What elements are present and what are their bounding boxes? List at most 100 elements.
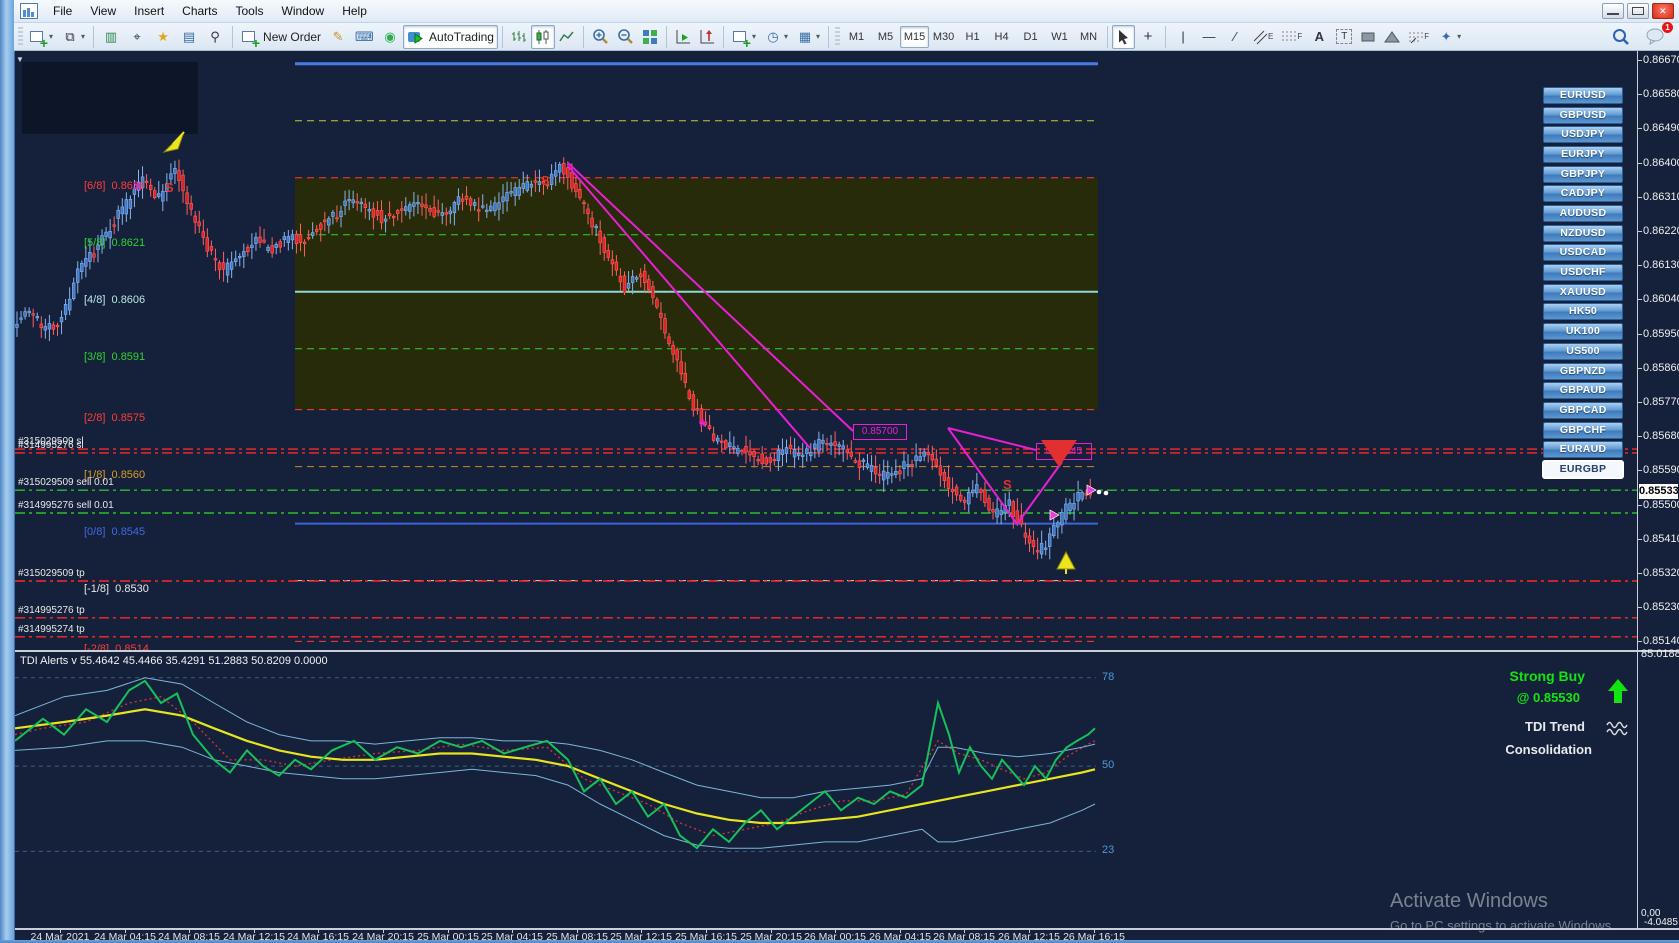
symbol-button-gbpcad[interactable]: GBPCAD [1543, 402, 1623, 419]
indicators-button[interactable]: + ▾ [728, 25, 760, 50]
timeframe-d1-button[interactable]: D1 [1016, 26, 1045, 48]
symbol-button-usdcad[interactable]: USDCAD [1543, 244, 1623, 261]
yellow-arrow-down-icon [162, 131, 185, 153]
arrows-tool[interactable]: ✦ ▾ [1433, 25, 1465, 49]
zoom-out-button[interactable] [613, 25, 638, 49]
search-button[interactable] [1608, 25, 1634, 49]
periods-button[interactable]: ◷ ▾ [760, 25, 792, 49]
channel-tool[interactable]: E [1248, 25, 1277, 49]
sell-signal-triangle-icon [1041, 440, 1077, 467]
close-button[interactable]: ✕ [1652, 3, 1674, 19]
timeframe-h1-button[interactable]: H1 [958, 26, 987, 48]
symbol-button-gbpchf[interactable]: GBPCHF [1543, 422, 1623, 439]
candlestick-chart-button[interactable] [530, 24, 555, 49]
bar-chart-button[interactable] [507, 25, 531, 49]
autotrading-button[interactable]: AutoTrading [403, 24, 498, 49]
vertical-line-tool[interactable]: | [1170, 25, 1196, 49]
watermark-line1: Activate Windows [1390, 890, 1548, 912]
symbol-button-gbpaud[interactable]: GBPAUD [1543, 382, 1623, 399]
symbol-button-audusd[interactable]: AUDUSD [1543, 205, 1623, 222]
line-chart-icon [559, 31, 574, 41]
symbol-button-gbpjpy[interactable]: GBPJPY [1543, 166, 1623, 183]
menu-charts[interactable]: Charts [173, 2, 226, 20]
templates-button[interactable]: ▦ ▾ [792, 25, 824, 49]
metaeditor-button[interactable]: ✎ [325, 25, 351, 49]
trendline-tool[interactable]: ∕ [1222, 25, 1248, 49]
symbol-button-usdjpy[interactable]: USDJPY [1543, 126, 1623, 143]
symbol-button-xauusd[interactable]: XAUUSD [1543, 284, 1623, 301]
toolbar-drag-handle[interactable] [835, 26, 841, 47]
menu-tools[interactable]: Tools [227, 2, 273, 20]
cursor-tool-button[interactable] [1112, 24, 1136, 49]
symbol-button-us500[interactable]: US500 [1543, 343, 1623, 360]
zoom-in-button[interactable] [588, 25, 613, 49]
triangle-tool[interactable] [1380, 25, 1404, 49]
symbol-button-uk100[interactable]: UK100 [1543, 323, 1623, 340]
symbol-button-usdchf[interactable]: USDCHF [1543, 264, 1623, 281]
text-tool[interactable]: A [1306, 25, 1332, 49]
new-chart-button[interactable]: + ▾ [25, 25, 57, 50]
navigator-button[interactable]: ★ [150, 25, 176, 49]
one-click-trading-arrow[interactable]: ▼ [16, 55, 24, 64]
fibo-expansion-tool[interactable]: F [1404, 25, 1433, 49]
menu-file[interactable]: File [44, 2, 81, 20]
tile-windows-button[interactable] [638, 25, 662, 49]
trade-line-label: #314995274 tp [18, 623, 85, 635]
symbol-button-eurgbp[interactable]: EURGBP [1543, 461, 1623, 478]
murrey-trading-band [295, 177, 1098, 410]
chat-button[interactable]: 1 [1642, 21, 1673, 49]
timeframe-m1-button[interactable]: M1 [842, 26, 871, 48]
restore-button[interactable] [1627, 3, 1649, 19]
menu-help[interactable]: Help [333, 2, 376, 20]
symbol-button-gbpusd[interactable]: GBPUSD [1543, 107, 1623, 124]
minimize-button[interactable] [1602, 3, 1624, 19]
symbol-button-gbpnzd[interactable]: GBPNZD [1543, 363, 1623, 380]
market-watch-button[interactable]: ▥ [98, 25, 124, 49]
tdi-upper-band [15, 677, 1096, 799]
pennant-price-label[interactable]: 0.85700 [853, 424, 907, 440]
strategy-tester-button[interactable]: ⚲ [202, 25, 228, 49]
menu-insert[interactable]: Insert [125, 2, 173, 20]
symbol-button-hk50[interactable]: HK50 [1543, 303, 1623, 320]
rectangle-tool[interactable] [1356, 25, 1380, 49]
menu-window[interactable]: Window [273, 2, 334, 20]
sell-letter-marker: S [165, 180, 174, 195]
toolbar-drag-handle[interactable] [18, 26, 23, 47]
line-chart-button[interactable] [555, 25, 579, 49]
timeframe-mn-button[interactable]: MN [1074, 26, 1103, 48]
crosshair-tool-button[interactable]: + [1135, 25, 1161, 49]
price-axis-label: 0.86310 [1643, 191, 1679, 203]
price-axis-label: 0.86670 [1643, 54, 1679, 66]
murrey-level-label: [-2/8] 0.8514 [84, 643, 149, 650]
profiles-button[interactable]: ⧉ ▾ [57, 25, 89, 49]
menu-view[interactable]: View [81, 2, 125, 20]
experts-button[interactable]: ⌨ [351, 25, 377, 49]
data-window-button[interactable]: ⌖ [124, 25, 150, 49]
autotrading-icon [408, 31, 423, 44]
timeframe-m5-button[interactable]: M5 [871, 26, 900, 48]
panel-divider[interactable] [14, 650, 1679, 652]
auto-scroll-button[interactable] [671, 25, 695, 49]
timeframe-h4-button[interactable]: H4 [987, 26, 1016, 48]
symbol-button-nzdusd[interactable]: NZDUSD [1543, 225, 1623, 242]
chart-labels-layer: [6/8] 0.8636 [5/8] 0.8621 [4/8] 0.8606 [3/8… [0, 0, 1679, 650]
text-label-tool[interactable]: T [1332, 25, 1356, 49]
fibo-expansion-icon [1409, 32, 1424, 43]
timeframe-m30-button[interactable]: M30 [929, 26, 958, 48]
candlestick-icon [536, 29, 549, 44]
symbol-button-eurusd[interactable]: EURUSD [1543, 87, 1623, 104]
tdi-rsi-line [15, 679, 1096, 850]
horizontal-line-tool[interactable]: — [1196, 25, 1222, 49]
signals-button[interactable]: ◉ [377, 25, 403, 49]
new-order-button[interactable]: + New Order [237, 25, 325, 50]
terminal-button[interactable]: ▤ [176, 25, 202, 49]
chart-shift-button[interactable] [695, 25, 719, 49]
fibonacci-tool[interactable]: F [1277, 25, 1306, 49]
timeframe-m15-button[interactable]: M15 [900, 25, 930, 48]
symbol-button-eurjpy[interactable]: EURJPY [1543, 146, 1623, 163]
chart-watermark-box [22, 62, 198, 134]
symbol-button-euraud[interactable]: EURAUD [1543, 441, 1623, 458]
trend-wave-icon [1606, 721, 1628, 736]
timeframe-w1-button[interactable]: W1 [1045, 26, 1074, 48]
symbol-button-cadjpy[interactable]: CADJPY [1543, 185, 1623, 202]
